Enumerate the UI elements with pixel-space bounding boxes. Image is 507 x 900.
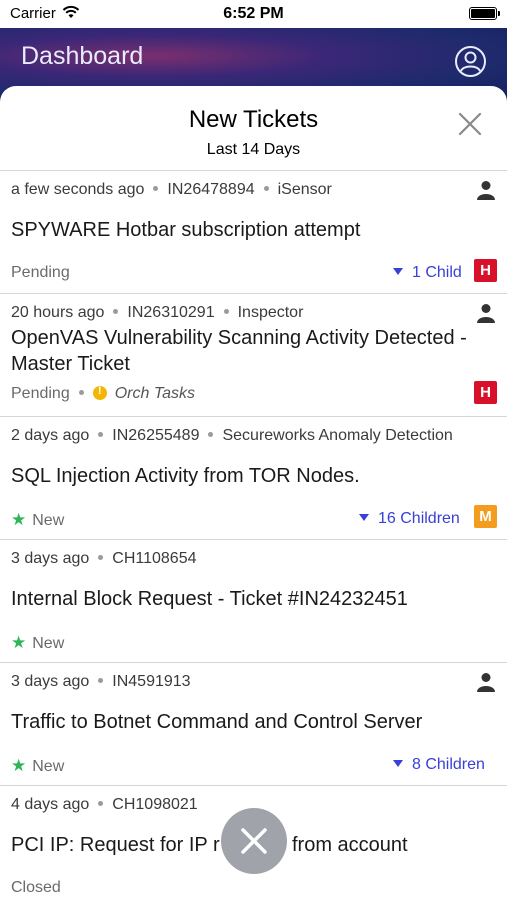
star-icon: ★ [11,756,27,775]
priority-badge: H [474,259,497,282]
ticket-source: iSensor [277,181,332,198]
ticket-row[interactable]: 3 days ago CH1108654 Internal Block Reque… [0,539,507,662]
ticket-title-tail: from account [292,834,408,856]
close-icon[interactable] [456,110,484,138]
ticket-id: IN26310291 [127,304,215,321]
ticket-status: New [32,635,65,652]
ticket-meta: 2 days ago IN26255489 Secureworks Anomaly … [11,427,453,445]
priority-badge: H [474,381,497,404]
children-toggle[interactable]: 1 Child [393,264,462,282]
children-toggle[interactable]: 16 Children [359,510,460,528]
ticket-time: 3 days ago [11,673,90,690]
star-icon: ★ [11,633,27,652]
ticket-status: Closed [11,879,61,896]
ticket-time: 3 days ago [11,550,90,567]
ticket-title-line2: Master Ticket [11,353,130,375]
ticket-row[interactable]: a few seconds ago IN26478894 iSensor SPYWA… [0,170,507,293]
close-fab-icon [241,828,267,854]
children-toggle[interactable]: 8 Children [393,756,485,774]
ticket-meta: a few seconds ago IN26478894 iSensor [11,181,332,199]
ticket-title: SQL Injection Activity from TOR Nodes. [11,465,360,487]
ticket-id: CH1108654 [112,550,197,567]
ticket-time: 2 days ago [11,427,90,444]
ticket-id: IN4591913 [112,673,191,690]
star-icon: ★ [11,510,27,529]
sheet-title: New Tickets [188,106,319,133]
ticket-row[interactable]: 20 hours ago IN26310291 Inspector OpenVAS … [0,293,507,416]
ticket-title: Traffic to Botnet Command and Control Se… [11,711,423,733]
ticket-title: PCI IP: Request for IP r [11,834,220,856]
profile-icon[interactable] [454,45,487,78]
warning-icon [92,385,107,400]
caret-down-icon [393,760,403,768]
clock: 6:52 PM [223,5,284,22]
ticket-status-line: ★ New [11,510,64,530]
ticket-status-line: Pending Orch Tasks [11,385,195,403]
children-count: 16 Children [378,510,460,527]
ticket-meta: 3 days ago IN4591913 [11,673,191,691]
orch-tasks-label: Orch Tasks [114,385,196,402]
ticket-id: CH1098021 [112,796,198,813]
status-bar: Carrier 6:52 PM [0,0,507,28]
children-count: 1 Child [412,264,462,281]
ticket-status: Pending [11,385,70,402]
children-count: 8 Children [412,756,485,773]
close-fab-button[interactable] [221,808,287,874]
person-icon [477,304,495,323]
ticket-title-line1: OpenVAS Vulnerability Scanning Activity … [11,327,467,349]
ticket-title: Internal Block Request - Ticket #IN24232… [11,588,408,610]
ticket-status: New [32,512,65,529]
caret-down-icon [393,268,403,276]
ticket-id: IN26478894 [167,181,255,198]
ticket-status: New [32,758,65,775]
ticket-list: a few seconds ago IN26478894 iSensor SPYWA… [0,170,507,900]
ticket-source: Secureworks Anomaly Detection [222,427,453,444]
new-tickets-sheet: New Tickets Last 14 Days a few seconds a… [0,86,507,900]
ticket-source: Inspector [237,304,304,321]
ticket-status-line: ★ New [11,633,64,653]
ticket-time: 4 days ago [11,796,90,813]
page-title: Dashboard [21,42,144,70]
ticket-title: SPYWARE Hotbar subscription attempt [11,219,361,241]
ticket-status: Pending [11,264,70,281]
ticket-meta: 4 days ago CH1098021 [11,796,198,814]
person-icon [477,181,495,200]
sheet-subtitle: Last 14 Days [206,141,301,158]
person-icon [477,673,495,692]
battery-icon [469,7,500,20]
ticket-id: IN26255489 [112,427,200,444]
ticket-status-line: ★ New [11,756,64,776]
ticket-meta: 20 hours ago IN26310291 Inspector [11,304,303,322]
ticket-time: 20 hours ago [11,304,105,321]
priority-badge: M [474,505,497,528]
ticket-row[interactable]: 3 days ago IN4591913 Traffic to Botnet Co… [0,662,507,785]
ticket-meta: 3 days ago CH1108654 [11,550,197,568]
ticket-row[interactable]: 2 days ago IN26255489 Secureworks Anomaly … [0,416,507,539]
caret-down-icon [359,514,369,522]
ticket-time: a few seconds ago [11,181,145,198]
